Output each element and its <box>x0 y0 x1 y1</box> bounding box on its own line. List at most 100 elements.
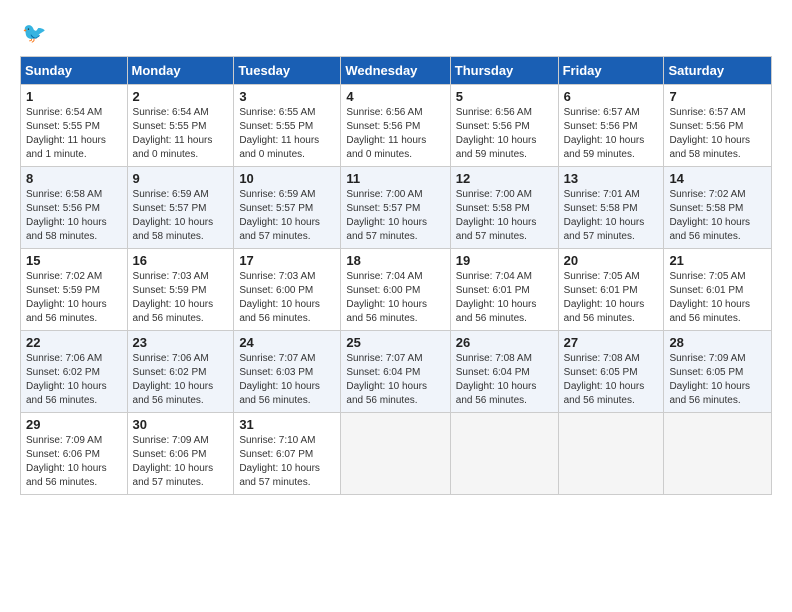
day-info: Sunrise: 7:05 AM Sunset: 6:01 PM Dayligh… <box>564 270 659 326</box>
calendar-header-row: SundayMondayTuesdayWednesdayThursdayFrid… <box>21 57 772 85</box>
table-row: 5 Sunrise: 6:56 AM Sunset: 5:56 PM Daylig… <box>450 85 558 167</box>
day-number: 20 <box>564 253 659 268</box>
day-info: Sunrise: 7:04 AM Sunset: 6:01 PM Dayligh… <box>456 270 553 326</box>
table-row: 30 Sunrise: 7:09 AM Sunset: 6:06 PM Dayli… <box>127 413 234 495</box>
table-row: 12Sunrise: 7:00 AM Sunset: 5:58 PM Dayli… <box>450 167 558 249</box>
day-number: 18 <box>346 253 444 268</box>
day-number: 26 <box>456 335 553 350</box>
calendar-header-wednesday: Wednesday <box>341 57 450 85</box>
calendar-header-friday: Friday <box>558 57 664 85</box>
day-number: 5 <box>456 89 553 104</box>
table-row: 13 Sunrise: 7:01 AM Sunset: 5:58 PM Dayli… <box>558 167 664 249</box>
calendar-week-row: 8 Sunrise: 6:58 AM Sunset: 5:56 PM Daylig… <box>21 167 772 249</box>
logo-icon: 🐦 <box>22 20 50 48</box>
day-info: Sunrise: 6:55 AM Sunset: 5:55 PM Dayligh… <box>239 106 335 162</box>
day-info: Sunrise: 7:05 AM Sunset: 6:01 PM Dayligh… <box>669 270 766 326</box>
day-info: Sunrise: 6:56 AM Sunset: 5:56 PM Dayligh… <box>346 106 444 162</box>
table-row: 4 Sunrise: 6:56 AM Sunset: 5:56 PM Daylig… <box>341 85 450 167</box>
day-number: 31 <box>239 417 335 432</box>
day-number: 1 <box>26 89 122 104</box>
calendar-header-monday: Monday <box>127 57 234 85</box>
day-info: Sunrise: 7:00 AM Sunset: 5:58 PM Dayligh… <box>456 188 553 244</box>
table-row: 15Sunrise: 7:02 AM Sunset: 5:59 PM Dayli… <box>21 249 128 331</box>
table-row: 22 Sunrise: 7:06 AM Sunset: 6:02 PM Dayli… <box>21 331 128 413</box>
table-row <box>341 413 450 495</box>
day-info: Sunrise: 7:03 AM Sunset: 6:00 PM Dayligh… <box>239 270 335 326</box>
day-number: 17 <box>239 253 335 268</box>
day-info: Sunrise: 7:09 AM Sunset: 6:06 PM Dayligh… <box>133 434 229 490</box>
day-info: Sunrise: 7:01 AM Sunset: 5:58 PM Dayligh… <box>564 188 659 244</box>
table-row <box>450 413 558 495</box>
table-row: 21 Sunrise: 7:05 AM Sunset: 6:01 PM Dayli… <box>664 249 772 331</box>
day-number: 25 <box>346 335 444 350</box>
table-row: 2Sunrise: 6:54 AM Sunset: 5:55 PM Daylig… <box>127 85 234 167</box>
day-number: 19 <box>456 253 553 268</box>
table-row: 8 Sunrise: 6:58 AM Sunset: 5:56 PM Daylig… <box>21 167 128 249</box>
table-row: 6 Sunrise: 6:57 AM Sunset: 5:56 PM Daylig… <box>558 85 664 167</box>
day-info: Sunrise: 7:03 AM Sunset: 5:59 PM Dayligh… <box>133 270 229 326</box>
day-info: Sunrise: 6:59 AM Sunset: 5:57 PM Dayligh… <box>133 188 229 244</box>
table-row: 10Sunrise: 6:59 AM Sunset: 5:57 PM Dayli… <box>234 167 341 249</box>
table-row: 18 Sunrise: 7:04 AM Sunset: 6:00 PM Dayli… <box>341 249 450 331</box>
day-info: Sunrise: 7:07 AM Sunset: 6:04 PM Dayligh… <box>346 352 444 408</box>
day-info: Sunrise: 6:56 AM Sunset: 5:56 PM Dayligh… <box>456 106 553 162</box>
table-row: 19 Sunrise: 7:04 AM Sunset: 6:01 PM Dayli… <box>450 249 558 331</box>
day-number: 24 <box>239 335 335 350</box>
day-info: Sunrise: 7:08 AM Sunset: 6:04 PM Dayligh… <box>456 352 553 408</box>
day-number: 29 <box>26 417 122 432</box>
day-number: 27 <box>564 335 659 350</box>
day-number: 13 <box>564 171 659 186</box>
calendar-table: SundayMondayTuesdayWednesdayThursdayFrid… <box>20 56 772 495</box>
calendar-header-tuesday: Tuesday <box>234 57 341 85</box>
day-info: Sunrise: 7:09 AM Sunset: 6:06 PM Dayligh… <box>26 434 122 490</box>
day-info: Sunrise: 7:04 AM Sunset: 6:00 PM Dayligh… <box>346 270 444 326</box>
day-info: Sunrise: 6:57 AM Sunset: 5:56 PM Dayligh… <box>564 106 659 162</box>
calendar-week-row: 22 Sunrise: 7:06 AM Sunset: 6:02 PM Dayli… <box>21 331 772 413</box>
page-header: 🐦 <box>20 20 772 48</box>
day-info: Sunrise: 7:07 AM Sunset: 6:03 PM Dayligh… <box>239 352 335 408</box>
calendar-week-row: 29 Sunrise: 7:09 AM Sunset: 6:06 PM Dayli… <box>21 413 772 495</box>
day-number: 6 <box>564 89 659 104</box>
day-number: 7 <box>669 89 766 104</box>
day-number: 9 <box>133 171 229 186</box>
day-number: 28 <box>669 335 766 350</box>
day-number: 8 <box>26 171 122 186</box>
day-info: Sunrise: 7:06 AM Sunset: 6:02 PM Dayligh… <box>133 352 229 408</box>
day-number: 30 <box>133 417 229 432</box>
table-row: 27 Sunrise: 7:08 AM Sunset: 6:05 PM Dayli… <box>558 331 664 413</box>
day-number: 14 <box>669 171 766 186</box>
day-info: Sunrise: 7:02 AM Sunset: 5:59 PM Dayligh… <box>26 270 122 326</box>
table-row <box>558 413 664 495</box>
day-info: Sunrise: 6:58 AM Sunset: 5:56 PM Dayligh… <box>26 188 122 244</box>
day-info: Sunrise: 7:06 AM Sunset: 6:02 PM Dayligh… <box>26 352 122 408</box>
table-row: 7 Sunrise: 6:57 AM Sunset: 5:56 PM Daylig… <box>664 85 772 167</box>
svg-text:🐦: 🐦 <box>22 23 46 45</box>
table-row: 31 Sunrise: 7:10 AM Sunset: 6:07 PM Dayli… <box>234 413 341 495</box>
table-row: 26 Sunrise: 7:08 AM Sunset: 6:04 PM Dayli… <box>450 331 558 413</box>
calendar-week-row: 1 Sunrise: 6:54 AM Sunset: 5:55 PM Daylig… <box>21 85 772 167</box>
day-number: 11 <box>346 171 444 186</box>
calendar-header-thursday: Thursday <box>450 57 558 85</box>
day-info: Sunrise: 6:57 AM Sunset: 5:56 PM Dayligh… <box>669 106 766 162</box>
table-row: 23Sunrise: 7:06 AM Sunset: 6:02 PM Dayli… <box>127 331 234 413</box>
day-number: 22 <box>26 335 122 350</box>
calendar-header-saturday: Saturday <box>664 57 772 85</box>
day-info: Sunrise: 6:54 AM Sunset: 5:55 PM Dayligh… <box>26 106 122 162</box>
table-row <box>664 413 772 495</box>
table-row: 3Sunrise: 6:55 AM Sunset: 5:55 PM Daylig… <box>234 85 341 167</box>
day-info: Sunrise: 7:09 AM Sunset: 6:05 PM Dayligh… <box>669 352 766 408</box>
day-info: Sunrise: 7:00 AM Sunset: 5:57 PM Dayligh… <box>346 188 444 244</box>
day-info: Sunrise: 6:54 AM Sunset: 5:55 PM Dayligh… <box>133 106 229 162</box>
day-info: Sunrise: 7:08 AM Sunset: 6:05 PM Dayligh… <box>564 352 659 408</box>
table-row: 1 Sunrise: 6:54 AM Sunset: 5:55 PM Daylig… <box>21 85 128 167</box>
logo: 🐦 <box>20 20 50 48</box>
day-info: Sunrise: 7:10 AM Sunset: 6:07 PM Dayligh… <box>239 434 335 490</box>
day-info: Sunrise: 6:59 AM Sunset: 5:57 PM Dayligh… <box>239 188 335 244</box>
calendar-header-sunday: Sunday <box>21 57 128 85</box>
day-number: 4 <box>346 89 444 104</box>
day-info: Sunrise: 7:02 AM Sunset: 5:58 PM Dayligh… <box>669 188 766 244</box>
table-row: 11 Sunrise: 7:00 AM Sunset: 5:57 PM Dayli… <box>341 167 450 249</box>
table-row: 25 Sunrise: 7:07 AM Sunset: 6:04 PM Dayli… <box>341 331 450 413</box>
table-row: 29 Sunrise: 7:09 AM Sunset: 6:06 PM Dayli… <box>21 413 128 495</box>
day-number: 21 <box>669 253 766 268</box>
